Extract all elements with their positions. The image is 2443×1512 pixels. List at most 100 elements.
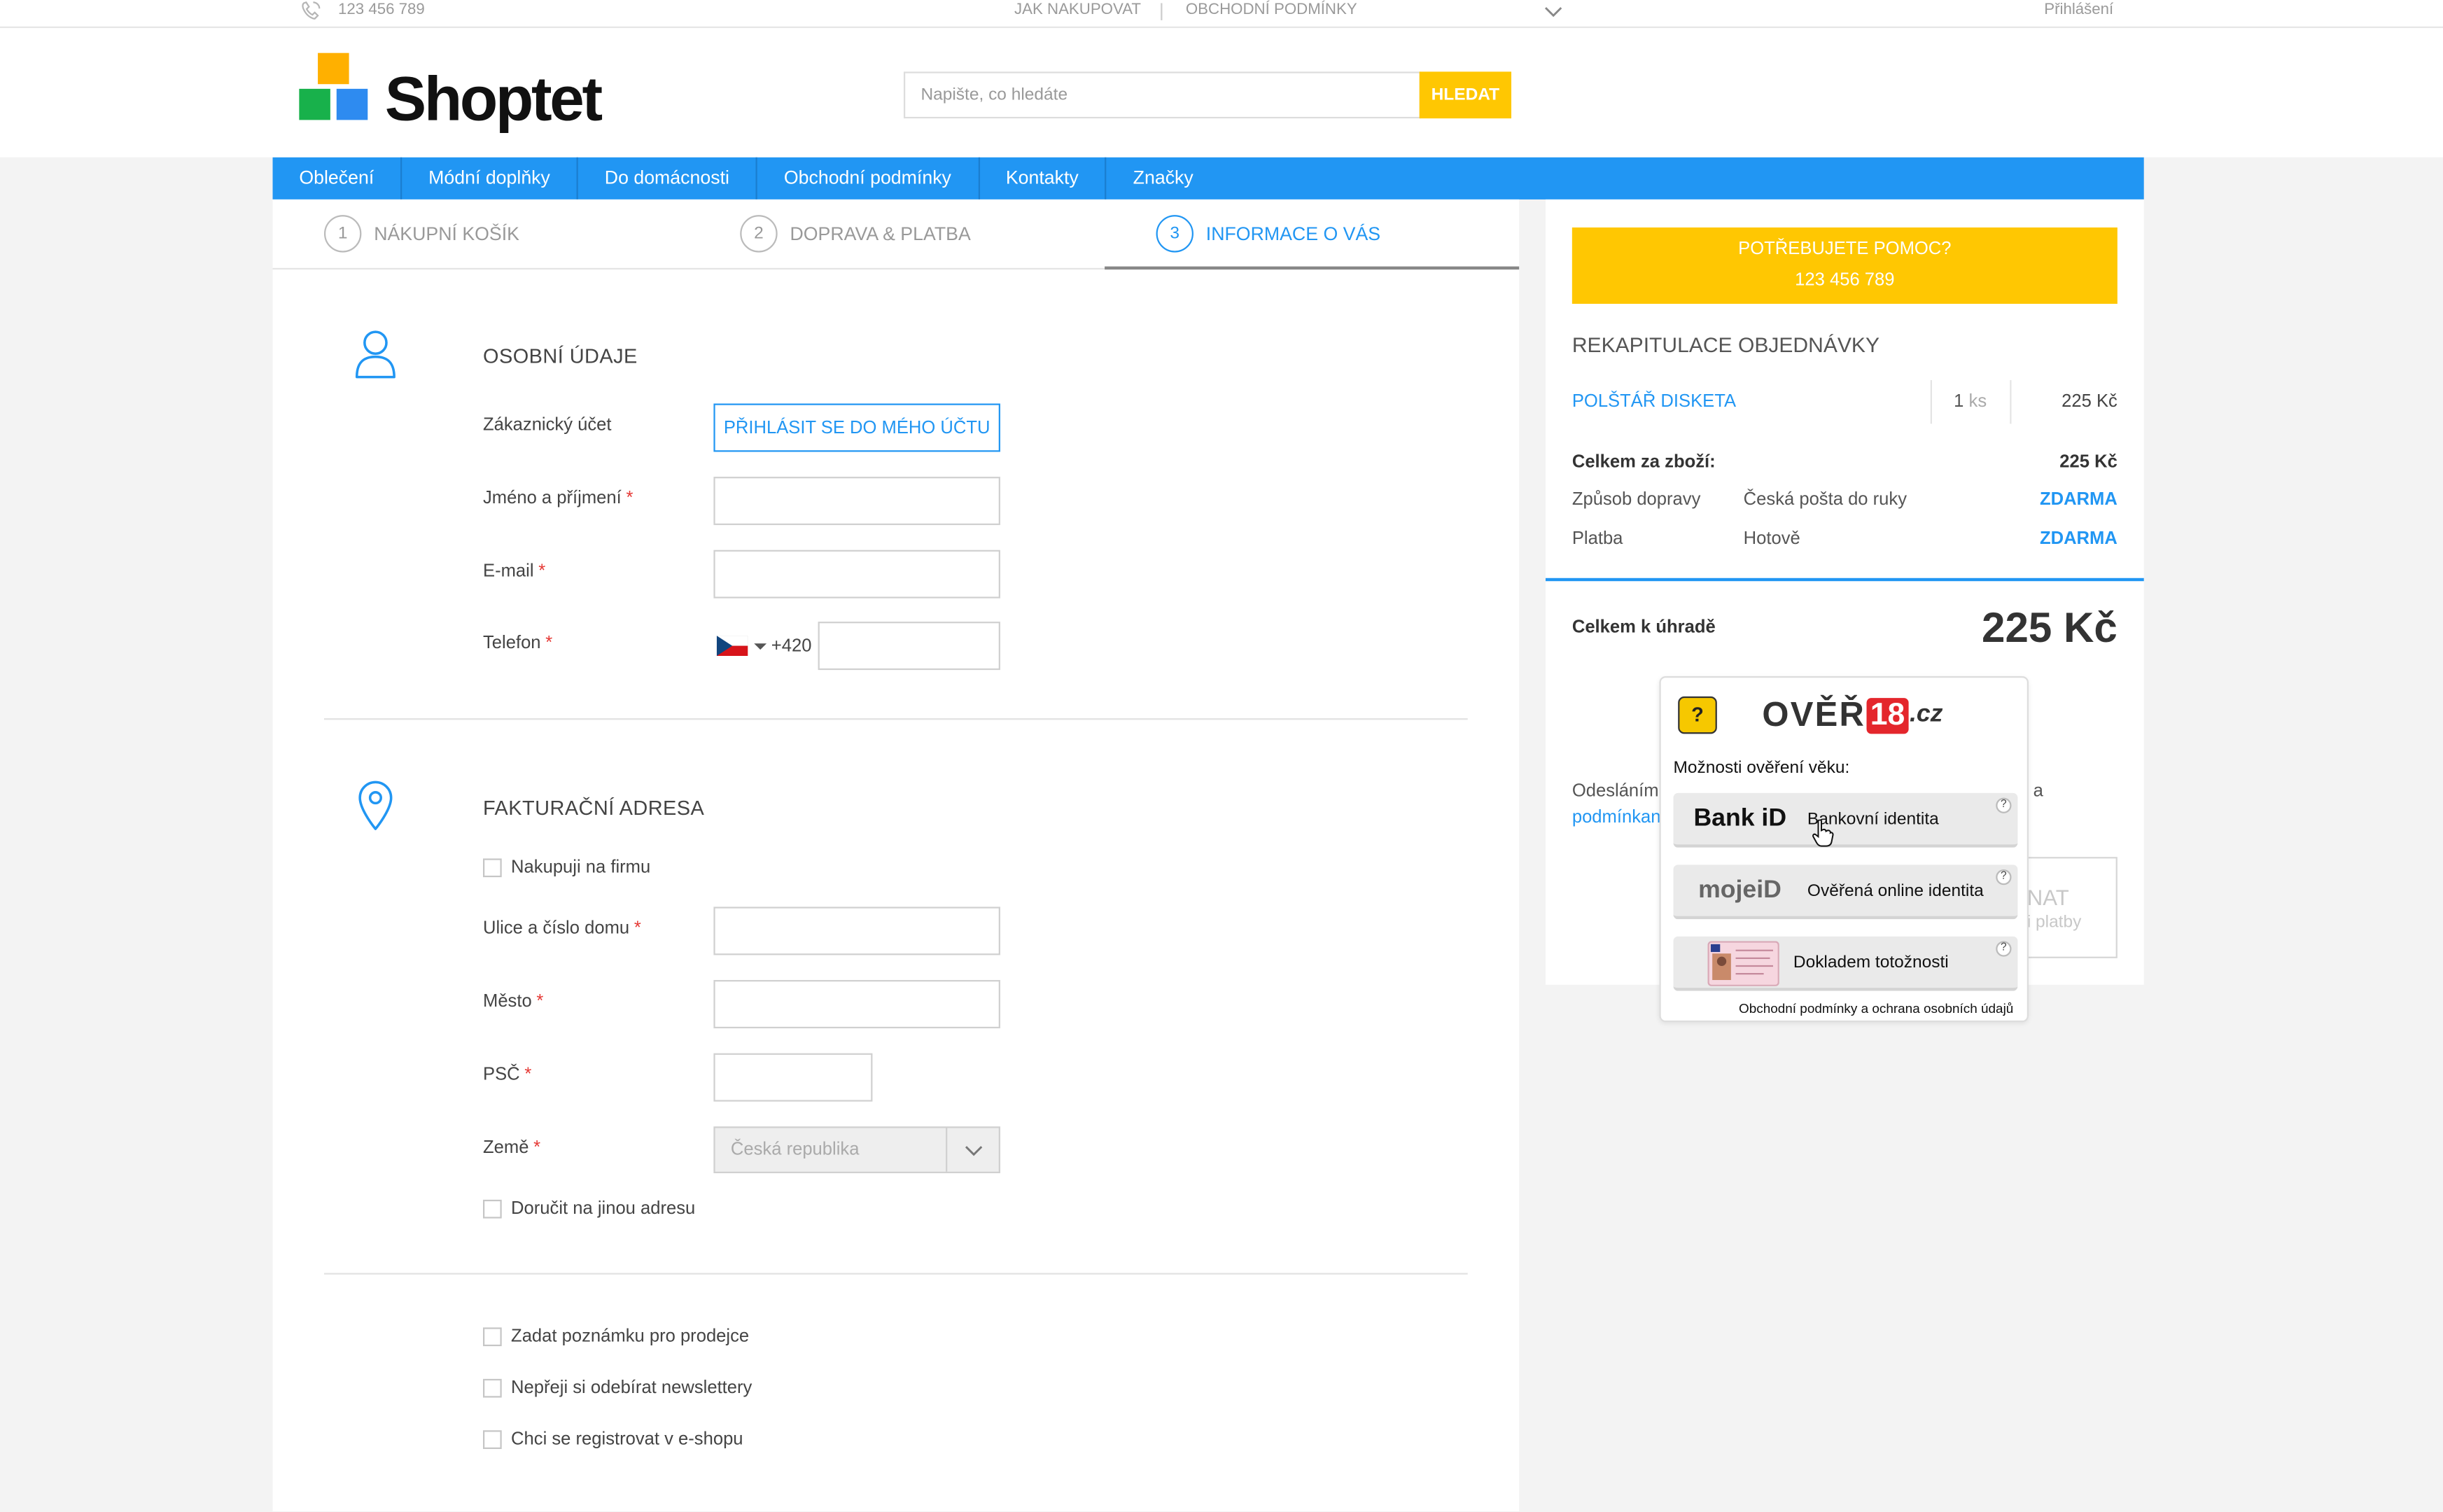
goods-total-label: Celkem za zboží: [1572,453,1716,472]
submit-order-button[interactable]: NAT i platby [2012,857,2118,958]
checkbox-box[interactable] [482,1430,502,1449]
zip-label: PSČ * [482,1065,532,1085]
city-field[interactable] [713,980,1000,1029]
country-label: Země * [482,1139,541,1158]
seller-note-checkbox[interactable]: Zadat poznámku pro prodejce [482,1327,750,1347]
chevron-down-icon[interactable] [1543,3,1564,18]
logo-square-green [299,88,330,120]
help-title: POTŘEBUJETE POMOC? [1738,239,1952,259]
top-link-how-to-buy[interactable]: JAK NAKUPOVAT [1014,1,1141,18]
checkbox-box[interactable] [482,858,502,878]
company-checkbox[interactable]: Nakupuji na firmu [482,858,651,878]
register-checkbox[interactable]: Chci se registrovat v e-shopu [482,1430,743,1449]
section-divider [323,718,1468,720]
help-phone: 123 456 789 [1795,271,1895,290]
phone-icon [302,1,321,20]
site-header: Shoptet HLEDAT [0,28,2443,158]
billing-section-title: FAKTURAČNÍ ADRESA [482,796,705,820]
product-name-link[interactable]: POLŠTÁŘ DISKETA [1572,393,1736,412]
checkbox-box[interactable] [482,1199,502,1219]
nav-item-brands[interactable]: Značky [1107,158,1220,200]
goods-total-value: 225 Kč [2059,453,2118,472]
product-price: 225 Kč [2062,392,2118,412]
section-divider [323,1273,1468,1275]
mojeid-option-button[interactable]: mojeiD Ověřená online identita ? [1673,864,2018,920]
search-input[interactable] [903,71,1421,119]
phone-field[interactable] [818,622,1000,671]
checkbox-label: Doručit na jinou adresu [511,1199,696,1219]
step-number: 2 [740,215,778,253]
logo-square-orange [318,52,349,85]
payment-method: Hotově [1743,529,1800,549]
email-label: E-mail * [482,562,546,582]
step-number: 3 [1156,215,1194,253]
newsletter-checkbox[interactable]: Nepřeji si odebírat newslettery [482,1378,752,1398]
name-label: Jméno a příjmení * [482,489,634,508]
login-to-account-button[interactable]: PŘIHLÁSIT SE DO MÉHO ÚČTU [713,403,1000,452]
search-button[interactable]: HLEDAT [1419,71,1512,119]
top-bar: 123 456 789 JAK NAKUPOVAT OBCHODNÍ PODMÍ… [0,0,2443,29]
total-label: Celkem k úhradě [1572,618,1716,638]
checkbox-label: Zadat poznámku pro prodejce [511,1327,750,1347]
logo-text: Shoptet [384,65,603,134]
step-customer-info[interactable]: 3 INFORMACE O VÁS [1156,215,1381,253]
step-label: INFORMACE O VÁS [1205,223,1381,245]
mojeid-option-label: Ověřená online identita [1807,881,1984,901]
verification-options-heading: Možnosti ověření věku: [1673,758,1850,778]
step-label: NÁKUPNÍ KOŠÍK [374,223,519,245]
total-price: 225 Kč [1982,604,2118,652]
user-icon [355,330,396,379]
hand-cursor-icon [1812,819,1834,847]
active-step-underline [1105,266,1520,270]
nav-item-accessories[interactable]: Módní doplňky [402,157,578,200]
top-link-terms[interactable]: OBCHODNÍ PODMÍNKY [1186,1,1357,18]
top-login-link[interactable]: Přihlášení [2044,1,2113,18]
consent-text-start: Odesláním [1572,782,1659,802]
shipping-method: Česká pošta do ruky [1743,491,1907,510]
payment-price: ZDARMA [2039,529,2118,549]
city-label: Město * [482,992,544,1011]
bankid-option-button[interactable]: Bank iD Bankovní identita ? [1673,792,2018,848]
nav-item-terms[interactable]: Obchodní podmínky [757,157,979,200]
street-label: Ulice a číslo domu * [482,919,641,938]
step-cart[interactable]: 1 NÁKUPNÍ KOŠÍK [323,215,519,253]
phone-country-selector[interactable]: +420 [716,636,812,657]
id-document-option-label: Dokladem totožnosti [1793,953,1949,972]
shipping-label: Způsob dopravy [1572,491,1701,510]
terms-privacy-link[interactable]: Obchodní podmínky a ochrana osobních úda… [1739,1000,2013,1016]
checkbox-label: Nakupuji na firmu [511,858,651,878]
age-verification-popup: ? OVĚŘ 18 .cz Možnosti ověření věku: Ban… [1659,676,2029,1023]
nav-item-home[interactable]: Do domácnosti [578,157,758,200]
checkbox-box[interactable] [482,1378,502,1398]
phone-prefix: +420 [771,636,812,655]
checkbox-label: Nepřeji si odebírat newslettery [511,1378,752,1398]
zip-field[interactable] [713,1053,873,1102]
other-address-checkbox[interactable]: Doručit na jinou adresu [482,1199,696,1219]
help-badge-icon[interactable]: ? [1678,696,1717,734]
name-field[interactable] [713,477,1000,526]
personal-section-title: OSOBNÍ ÚDAJE [482,344,638,368]
street-field[interactable] [713,906,1000,955]
email-field[interactable] [713,550,1000,598]
nav-item-clothing[interactable]: Oblečení [273,157,402,200]
czech-flag-icon [716,636,748,657]
id-card-icon [1707,941,1779,986]
mojeid-logo: mojeiD [1698,877,1782,904]
submit-button-label: NAT [2026,885,2069,910]
column-divider [1930,380,1932,424]
country-select[interactable]: Česká republika [713,1126,1000,1174]
nav-item-contacts[interactable]: Kontakty [979,157,1107,200]
bankid-logo: Bank iD [1693,805,1787,832]
consent-privacy-link[interactable]: podmínkan [1572,808,1661,827]
location-pin-icon [358,780,393,830]
help-box[interactable]: POTŘEBUJETE POMOC? 123 456 789 [1572,227,2118,304]
top-divider [1161,3,1163,20]
checkbox-box[interactable] [482,1327,502,1347]
checkout-form-panel: 1 NÁKUPNÍ KOŠÍK 2 DOPRAVA & PLATBA 3 INF… [272,199,1520,1512]
id-document-option-button[interactable]: Dokladem totožnosti ? [1673,936,2018,991]
step-shipping-payment[interactable]: 2 DOPRAVA & PLATBA [740,215,971,253]
info-icon[interactable]: ? [1996,869,2012,886]
caret-down-icon [754,643,767,650]
info-icon[interactable]: ? [1996,797,2012,813]
info-icon[interactable]: ? [1996,941,2012,957]
